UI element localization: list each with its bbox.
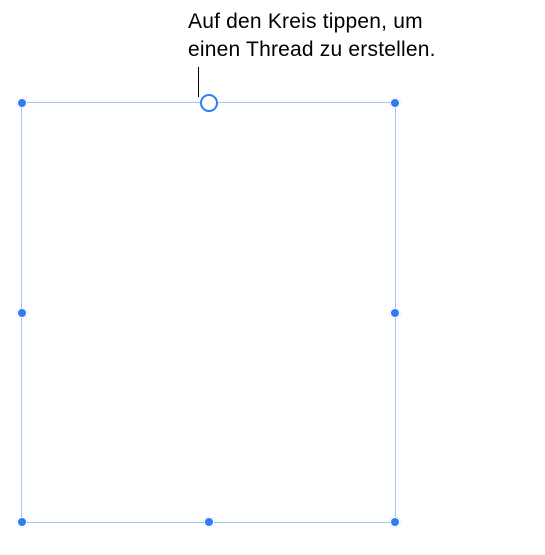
selected-object-bounding-box[interactable]: [21, 102, 396, 523]
thread-create-circle[interactable]: [200, 94, 218, 112]
callout-text-line-1: Auf den Kreis tippen, um: [188, 10, 423, 33]
resize-handle-top-right[interactable]: [390, 98, 400, 108]
resize-handle-middle-left[interactable]: [17, 308, 27, 318]
resize-handle-bottom-center[interactable]: [204, 517, 214, 527]
resize-handle-top-left[interactable]: [17, 98, 27, 108]
resize-handle-bottom-left[interactable]: [17, 517, 27, 527]
callout-text: Auf den Kreis tippen, um einen Thread zu…: [188, 8, 436, 65]
callout-leader-line: [198, 67, 199, 97]
resize-handle-bottom-right[interactable]: [390, 517, 400, 527]
callout-text-line-2: einen Thread zu erstellen.: [188, 38, 436, 61]
resize-handle-middle-right[interactable]: [390, 308, 400, 318]
